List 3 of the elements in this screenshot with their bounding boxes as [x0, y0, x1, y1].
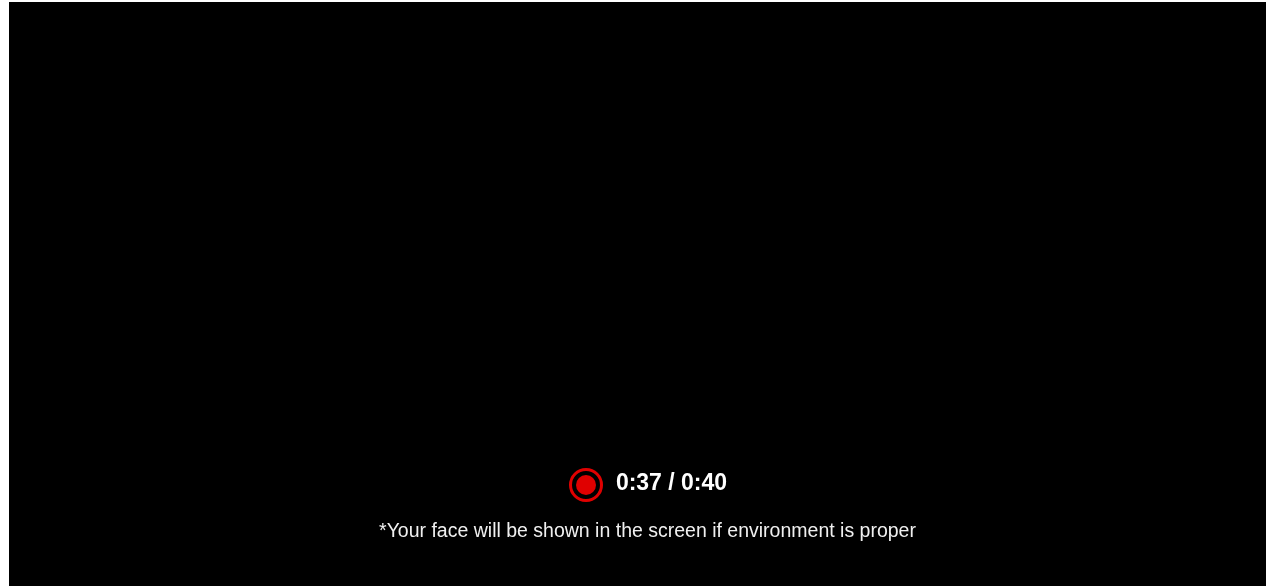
recording-timer: 0:37 / 0:40: [615, 471, 728, 494]
record-icon: [567, 466, 604, 503]
face-notice: *Your face will be shown in the screen if environment is proper: [379, 520, 916, 540]
